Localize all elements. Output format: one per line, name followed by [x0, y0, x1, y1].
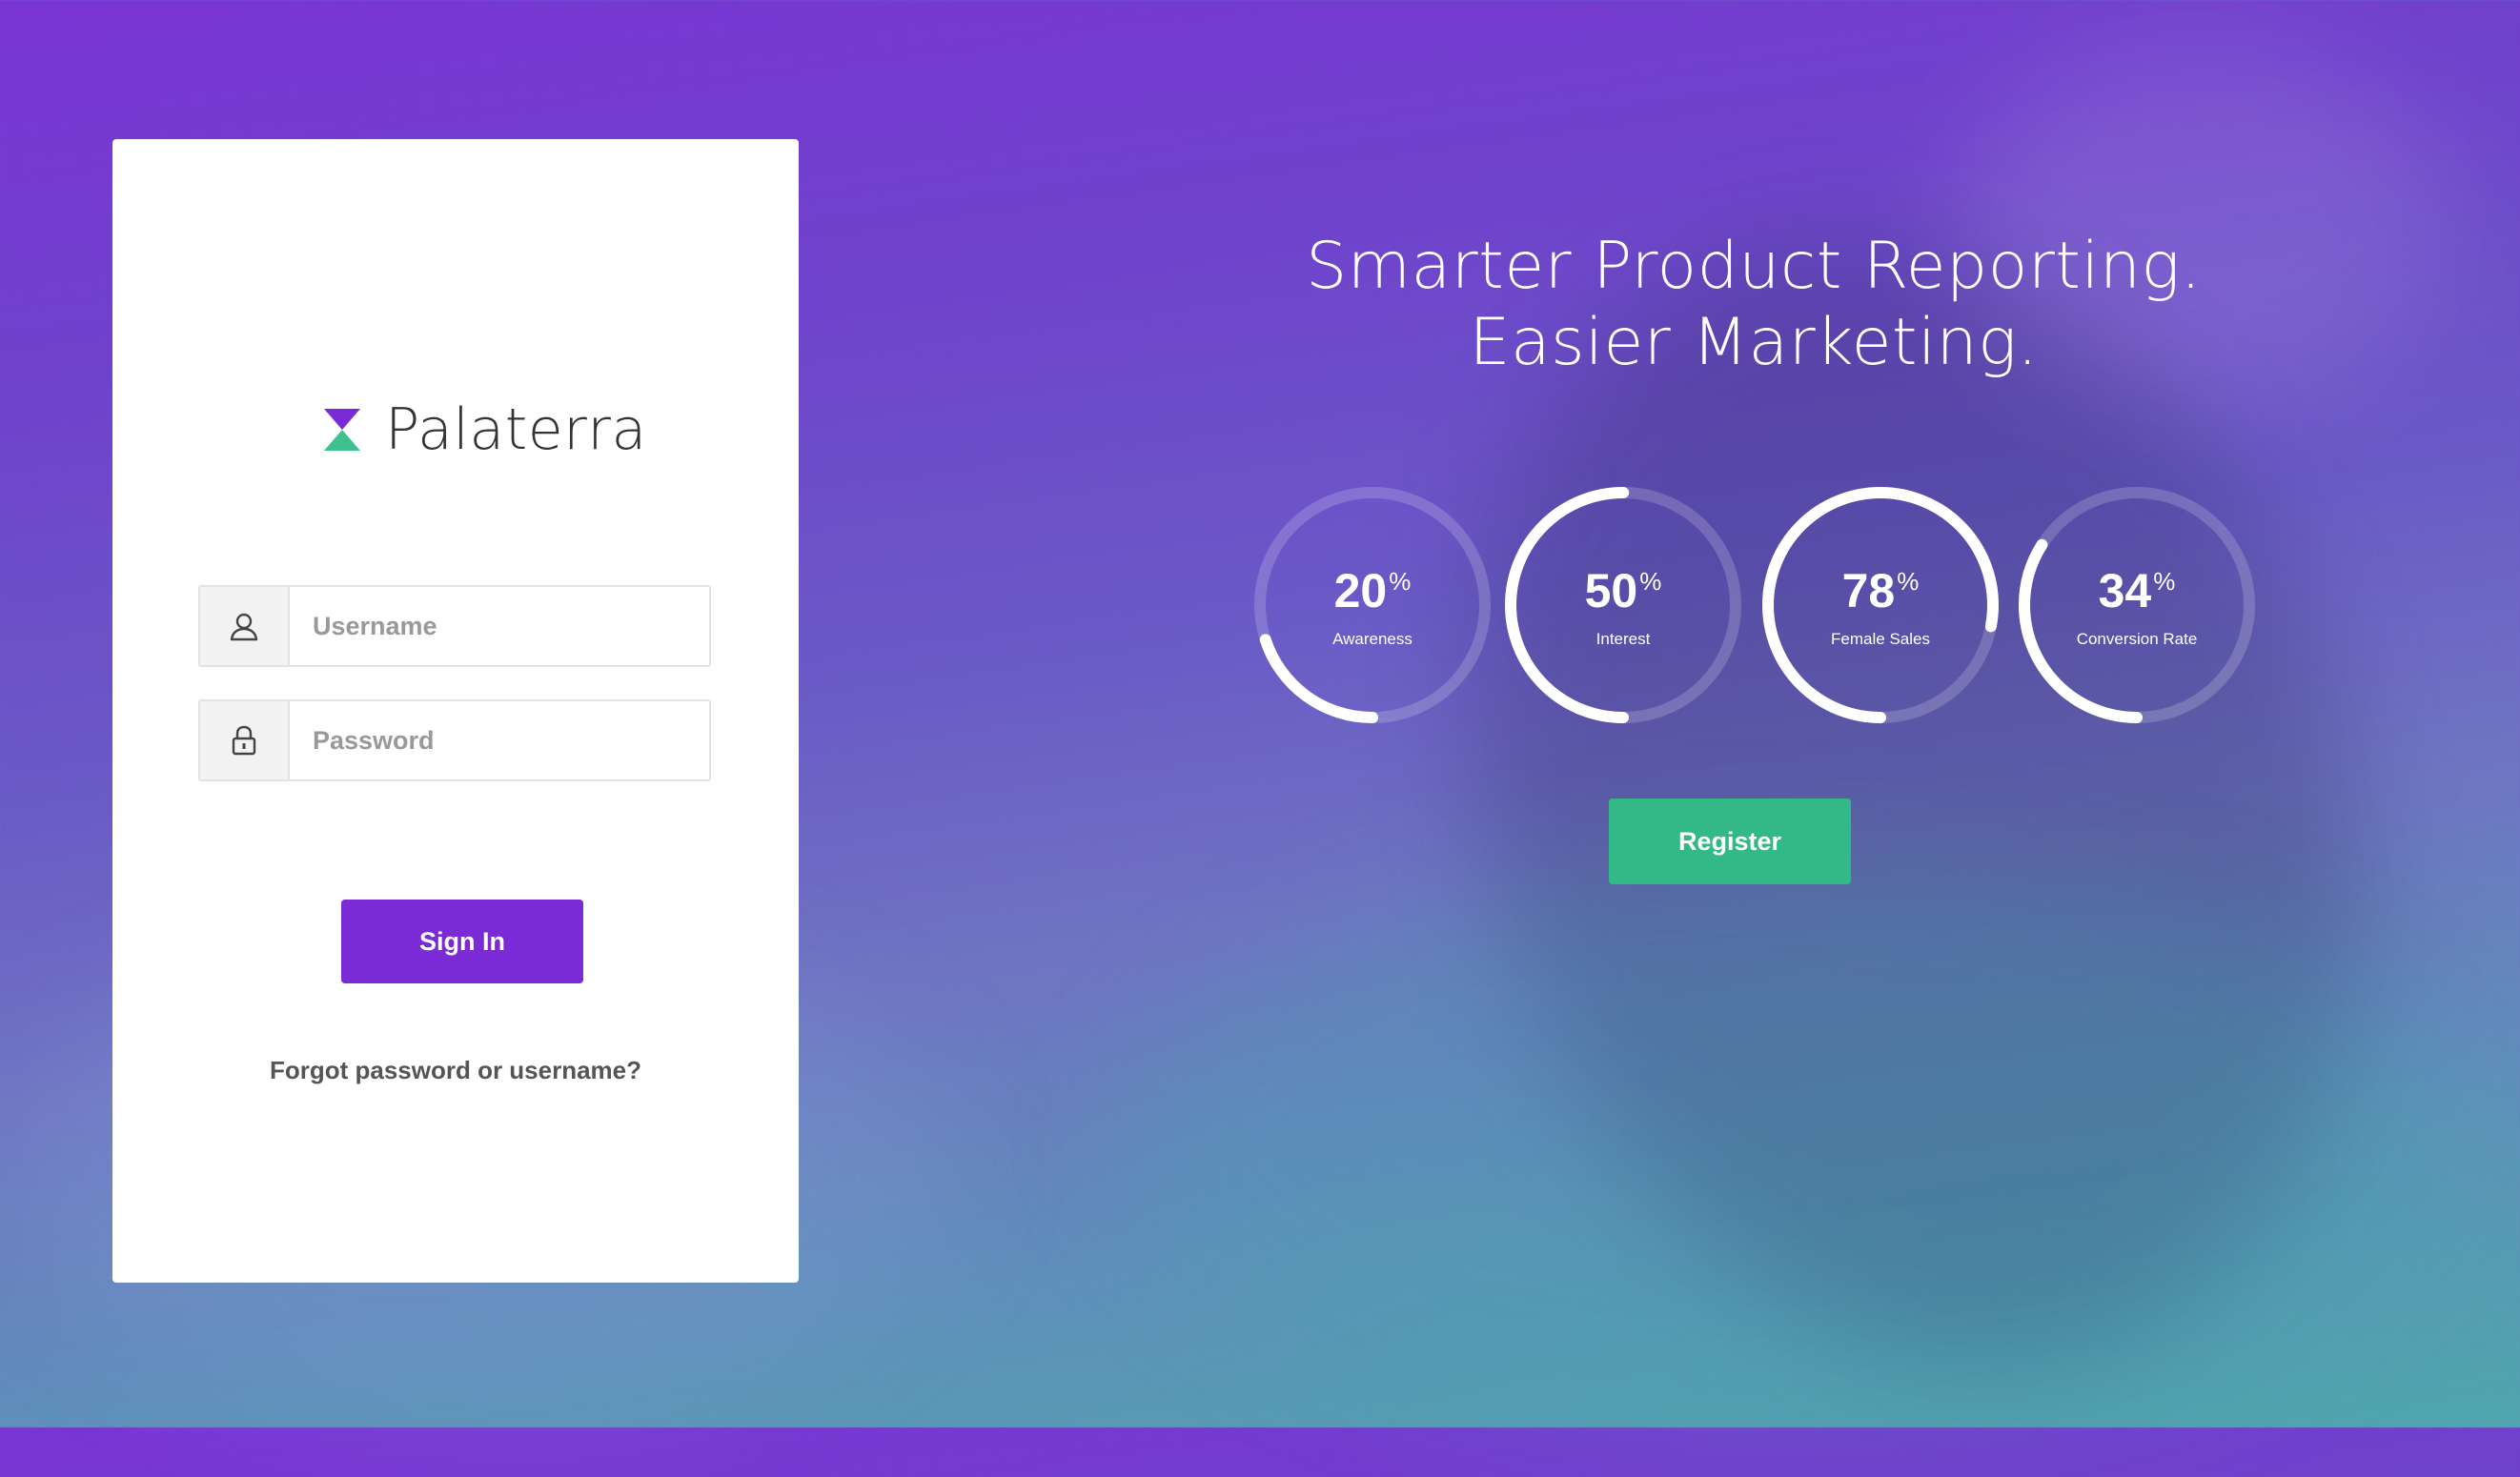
headline-line-2: Easier Marketing.	[1469, 305, 2039, 380]
register-button[interactable]: Register	[1609, 799, 1851, 884]
stats-gauges: 20% Awareness 50% Interest 78% Female Sa…	[1249, 481, 2268, 729]
hero-headline: Smarter Product Reporting. Easier Market…	[1277, 229, 2230, 381]
gauge-percent-sign: %	[1639, 567, 1662, 596]
username-field	[198, 585, 711, 667]
gauge-number: 78	[1841, 564, 1896, 617]
palaterra-logo-icon	[324, 409, 360, 451]
gauge-percent-sign: %	[1897, 567, 1920, 596]
gauge-interest: 50% Interest	[1499, 481, 1747, 729]
password-addon	[200, 701, 290, 779]
password-input[interactable]	[290, 701, 709, 779]
headline-line-1: Smarter Product Reporting.	[1306, 229, 2202, 304]
gauge-value: 50%	[1499, 563, 1747, 618]
gauge-label: Interest	[1595, 630, 1651, 648]
username-input[interactable]	[290, 587, 709, 665]
brand: Palaterra	[324, 387, 647, 473]
sign-in-button[interactable]: Sign In	[341, 900, 583, 983]
brand-name: Palaterra	[385, 396, 647, 463]
gauge-label: Conversion Rate	[2076, 630, 2198, 648]
forgot-credentials-link[interactable]: Forgot password or username?	[112, 1056, 799, 1085]
background-photo-teal	[1125, 858, 2459, 1429]
username-addon	[200, 587, 290, 665]
gauge-female-sales: 78% Female Sales	[1757, 481, 2004, 729]
gauge-conversion-rate: 34% Conversion Rate	[2013, 481, 2261, 729]
gauge-value: 34%	[2013, 563, 2261, 618]
lock-icon	[232, 725, 256, 756]
gauge-awareness: 20% Awareness	[1249, 481, 1496, 729]
gauge-number: 20	[1333, 564, 1388, 617]
gauge-number: 34	[2098, 564, 2152, 617]
user-icon	[230, 613, 258, 641]
gauge-value: 20%	[1249, 563, 1496, 618]
password-field	[198, 699, 711, 781]
gauge-label: Awareness	[1332, 630, 1412, 648]
gauge-percent-sign: %	[2153, 567, 2176, 596]
gauge-value: 78%	[1757, 563, 2004, 618]
gauge-label: Female Sales	[1831, 630, 1930, 648]
gauge-number: 50	[1584, 564, 1638, 617]
login-card: Palaterra Sign In Forgot password or use…	[112, 139, 799, 1283]
gauge-percent-sign: %	[1389, 567, 1412, 596]
